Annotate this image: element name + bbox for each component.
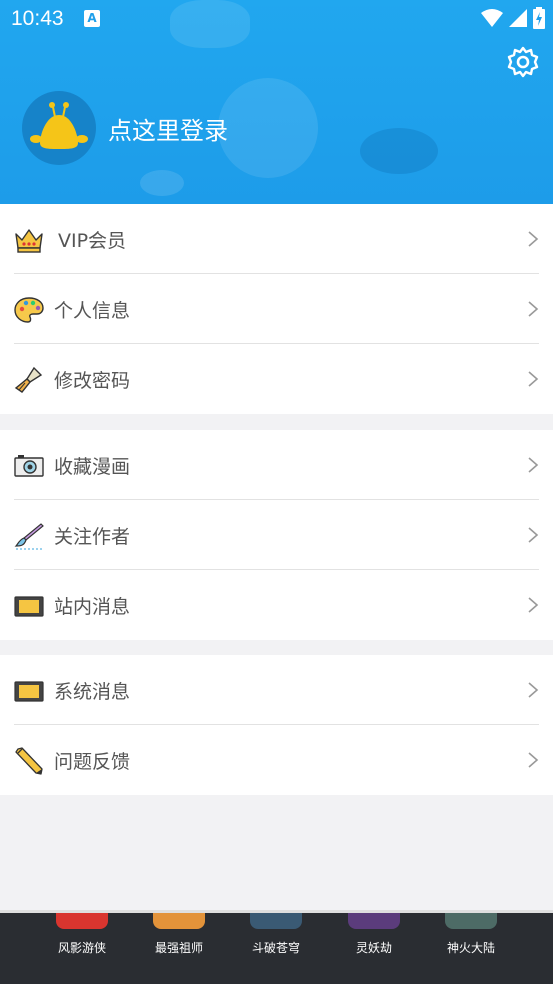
chevron-right-icon	[528, 301, 539, 317]
menu-item-favorites[interactable]: 收藏漫画	[0, 430, 553, 500]
bubble-decoration	[218, 78, 318, 178]
recommended-comic[interactable]: 神火大陆	[431, 913, 511, 956]
menu-item-system-messages[interactable]: 系统消息	[0, 655, 553, 725]
tablet-icon	[14, 681, 44, 702]
recommendation-bar: 风影游侠 最强祖师 斗破苍穹 灵妖劫 神火大陆	[0, 910, 553, 984]
recommended-comic[interactable]: 斗破苍穹	[236, 913, 316, 956]
menu-group-content: 收藏漫画 关注作者 站内消息	[0, 430, 553, 640]
chevron-right-icon	[528, 231, 539, 247]
profile-header: 10:43 A 点这里登录	[0, 0, 553, 204]
menu-item-feedback[interactable]: 问题反馈	[0, 725, 553, 795]
comic-title: 灵妖劫	[355, 941, 392, 955]
palette-icon	[14, 297, 44, 323]
comic-title: 斗破苍穹	[251, 941, 300, 955]
menu-item-label: 收藏漫画	[54, 456, 131, 478]
tablet-icon	[14, 596, 44, 617]
menu-item-label: 系统消息	[54, 681, 131, 703]
menu-item-personal-info[interactable]: 个人信息	[0, 274, 553, 344]
menu-item-vip[interactable]: VIP会员	[0, 204, 553, 274]
gear-icon[interactable]	[507, 46, 539, 78]
menu-item-label: 个人信息	[54, 300, 131, 322]
chevron-right-icon	[528, 457, 539, 473]
camera-icon	[14, 455, 44, 477]
menu-group-support: 系统消息 问题反馈	[0, 655, 553, 795]
recommended-comic[interactable]: 风影游侠	[42, 913, 122, 956]
fish-decoration	[140, 170, 184, 196]
fish-decoration	[360, 128, 438, 174]
menu-item-inbox[interactable]: 站内消息	[0, 570, 553, 640]
chevron-right-icon	[528, 682, 539, 698]
chevron-right-icon	[528, 752, 539, 768]
menu-item-label: 修改密码	[54, 370, 131, 392]
comic-title: 神火大陆	[446, 941, 495, 955]
brush-icon	[14, 366, 43, 393]
comic-thumbnail	[250, 913, 302, 929]
mascot-icon	[30, 102, 88, 149]
status-bar: 10:43 A	[0, 0, 553, 38]
chevron-right-icon	[528, 597, 539, 613]
chevron-right-icon	[528, 527, 539, 543]
notification-a-icon: A	[84, 10, 100, 27]
paintbrush-icon	[14, 523, 44, 550]
comic-thumbnail	[56, 913, 108, 929]
menu-item-change-password[interactable]: 修改密码	[0, 344, 553, 414]
login-prompt[interactable]: 点这里登录	[108, 111, 228, 146]
signal-icon	[509, 9, 527, 27]
recommended-comic[interactable]: 灵妖劫	[334, 913, 414, 956]
menu-item-label: 站内消息	[54, 596, 131, 618]
menu-item-label: 关注作者	[54, 526, 131, 548]
recommended-comic[interactable]: 最强祖师	[139, 913, 219, 956]
comic-thumbnail	[153, 913, 205, 929]
status-time: 10:43	[11, 7, 64, 30]
avatar[interactable]	[22, 91, 96, 165]
comic-title: 风影游侠	[57, 941, 106, 955]
menu-item-follow-authors[interactable]: 关注作者	[0, 500, 553, 570]
wifi-icon	[481, 9, 503, 27]
menu-group-account: VIP会员 个人信息 修改密码	[0, 204, 553, 414]
menu-item-label: VIP会员	[58, 230, 127, 252]
pencil-icon	[15, 747, 43, 775]
comic-thumbnail	[348, 913, 400, 929]
comic-title: 最强祖师	[154, 941, 203, 955]
comic-thumbnail	[445, 913, 497, 929]
menu-item-label: 问题反馈	[54, 751, 131, 773]
chevron-right-icon	[528, 371, 539, 387]
battery-icon	[533, 7, 545, 29]
crown-icon	[15, 229, 43, 253]
status-icons	[481, 7, 545, 29]
